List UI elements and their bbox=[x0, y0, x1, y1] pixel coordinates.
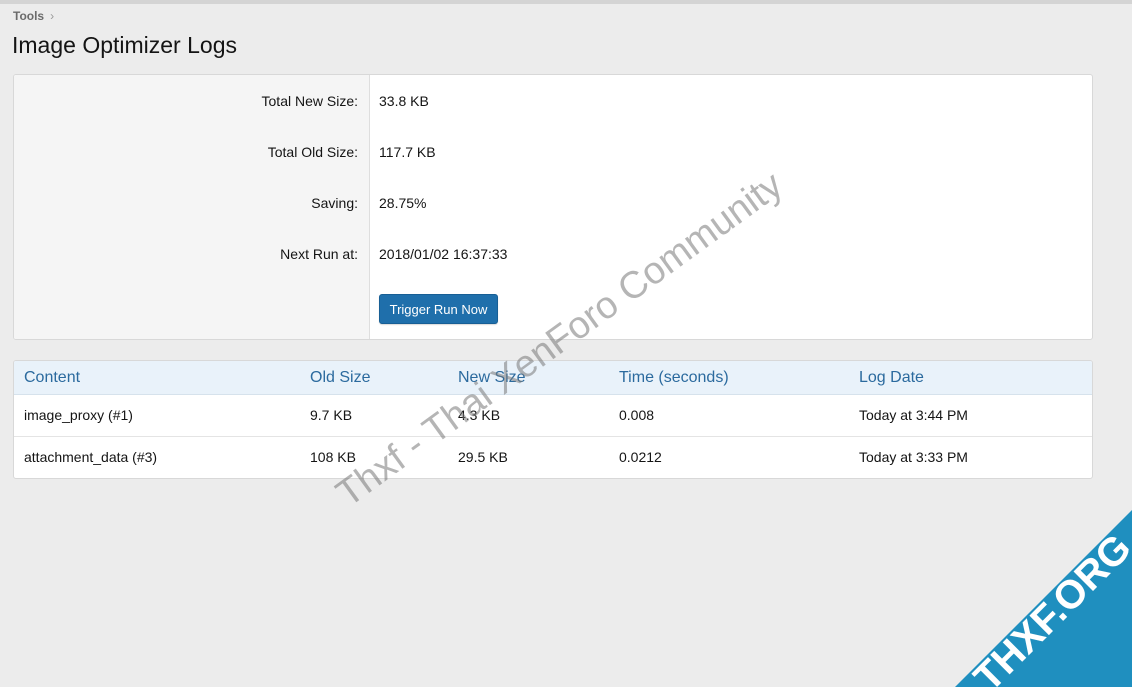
table-cell-time: 0.008 bbox=[619, 407, 655, 423]
table-cell-content: attachment_data (#3) bbox=[24, 449, 158, 465]
table-cell-new-size: 4.3 KB bbox=[458, 407, 501, 423]
trigger-run-now-button[interactable]: Trigger Run Now bbox=[379, 294, 498, 324]
column-header-content[interactable]: Content bbox=[24, 369, 80, 387]
summary-row-total-new-size: Total New Size: 33.8 KB bbox=[14, 93, 1092, 113]
column-header-log-date[interactable]: Log Date bbox=[859, 369, 924, 387]
logo-triangle bbox=[955, 510, 1132, 687]
table-header: Content Old Size New Size Time (seconds)… bbox=[14, 361, 1092, 395]
table-cell-log-date: Today at 3:44 PM bbox=[859, 407, 968, 423]
summary-value: 33.8 KB bbox=[379, 93, 429, 109]
column-header-new-size[interactable]: New Size bbox=[458, 369, 526, 387]
page-title: Image Optimizer Logs bbox=[12, 32, 237, 58]
table-cell-time: 0.0212 bbox=[619, 449, 662, 465]
column-header-time[interactable]: Time (seconds) bbox=[619, 369, 729, 387]
table-cell-new-size: 29.5 KB bbox=[458, 449, 508, 465]
top-bar bbox=[0, 0, 1132, 4]
breadcrumb: Tools › bbox=[13, 9, 54, 23]
column-header-old-size[interactable]: Old Size bbox=[310, 369, 370, 387]
summary-value: 2018/01/02 16:37:33 bbox=[379, 246, 508, 262]
breadcrumb-tools-link[interactable]: Tools bbox=[13, 9, 44, 23]
summary-row-saving: Saving: 28.75% bbox=[14, 195, 1092, 215]
summary-label: Saving: bbox=[311, 195, 358, 211]
summary-block: Total New Size: 33.8 KB Total Old Size: … bbox=[13, 74, 1093, 340]
table-cell-content: image_proxy (#1) bbox=[24, 407, 133, 423]
log-table: Content Old Size New Size Time (seconds)… bbox=[13, 360, 1093, 479]
summary-value: 28.75% bbox=[379, 195, 427, 211]
summary-value: 117.7 KB bbox=[379, 144, 436, 160]
logo-text: THXF.ORG bbox=[966, 526, 1132, 687]
table-cell-log-date: Today at 3:33 PM bbox=[859, 449, 968, 465]
summary-label: Total Old Size: bbox=[267, 144, 358, 160]
summary-row-next-run: Next Run at: 2018/01/02 16:37:33 bbox=[14, 246, 1092, 266]
table-row: image_proxy (#1) 9.7 KB 4.3 KB 0.008 Tod… bbox=[14, 395, 1092, 437]
summary-label: Next Run at: bbox=[280, 246, 358, 262]
chevron-right-icon: › bbox=[50, 9, 55, 23]
table-cell-old-size: 108 KB bbox=[310, 449, 356, 465]
summary-row-total-old-size: Total Old Size: 117.7 KB bbox=[14, 144, 1092, 164]
summary-label: Total New Size: bbox=[261, 93, 358, 109]
table-row: attachment_data (#3) 108 KB 29.5 KB 0.02… bbox=[14, 437, 1092, 478]
table-cell-old-size: 9.7 KB bbox=[310, 407, 353, 423]
